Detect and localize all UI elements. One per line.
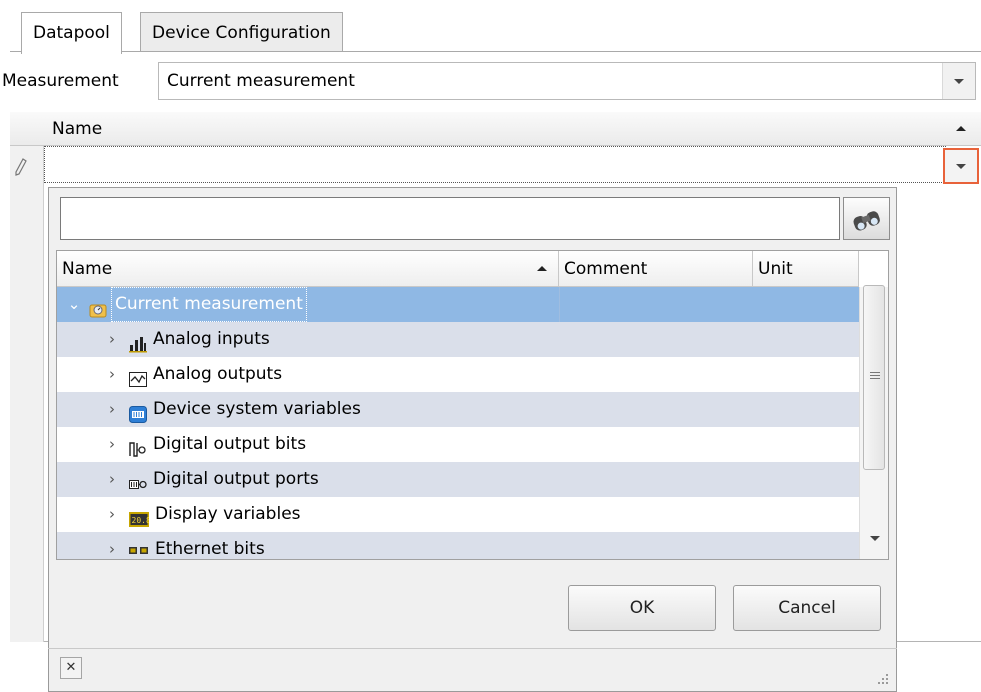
expand-chevron-icon[interactable]: › bbox=[105, 357, 119, 392]
popup-footer-divider bbox=[48, 648, 897, 649]
cancel-button[interactable]: Cancel bbox=[733, 585, 881, 631]
grip-dot bbox=[886, 682, 888, 684]
grid-edit-dropdown-button[interactable] bbox=[943, 148, 979, 184]
tree-row-label: Digital output ports bbox=[153, 469, 319, 489]
expand-chevron-icon[interactable]: › bbox=[105, 392, 119, 427]
thumb-grip bbox=[870, 378, 880, 379]
grid-column-name[interactable]: Name bbox=[52, 112, 102, 146]
tree-row-label: Digital output bits bbox=[153, 434, 307, 454]
chevron-down-icon bbox=[954, 79, 964, 84]
measurement-dropdown-button[interactable] bbox=[942, 63, 975, 99]
bar-chart-icon bbox=[129, 331, 147, 353]
tab-device-configuration[interactable]: Device Configuration bbox=[140, 12, 343, 52]
thumb-grip bbox=[870, 375, 880, 376]
tree-row-current-measurement[interactable]: ⌄ Current measurement bbox=[57, 287, 859, 322]
tree-row-label: Ethernet bits bbox=[155, 539, 265, 559]
system-variables-icon bbox=[129, 401, 147, 423]
pulse-output-icon bbox=[129, 436, 147, 457]
grid-edit-cell[interactable] bbox=[44, 146, 946, 183]
expand-chevron-icon[interactable]: › bbox=[105, 322, 119, 357]
list-header-unit[interactable]: Unit bbox=[753, 251, 859, 287]
waveform-icon bbox=[129, 366, 147, 387]
datapool-tree-list: Name Comment Unit ⌄ Current measurement … bbox=[56, 250, 889, 560]
tree-row-ethernet-bits[interactable]: › Ethernet bits bbox=[57, 532, 859, 559]
tree-row-analog-outputs[interactable]: › Analog outputs bbox=[57, 357, 859, 392]
list-header-comment[interactable]: Comment bbox=[559, 251, 753, 287]
measurement-value: Current measurement bbox=[167, 71, 355, 91]
tree-row-label: Analog outputs bbox=[153, 364, 283, 384]
ethernet-icon bbox=[129, 541, 148, 558]
expand-chevron-icon[interactable]: › bbox=[105, 427, 119, 462]
tree-row-device-system-variables[interactable]: › Device system variables bbox=[57, 392, 859, 427]
grip-dot bbox=[886, 678, 888, 680]
tab-datapool[interactable]: Datapool bbox=[21, 12, 122, 54]
tree-row-label: Device system variables bbox=[153, 399, 361, 419]
expand-chevron-icon[interactable]: › bbox=[105, 532, 119, 559]
collapse-chevron-icon[interactable]: ⌄ bbox=[67, 287, 81, 322]
thumb-grip bbox=[870, 372, 880, 373]
grip-dot bbox=[886, 674, 888, 676]
close-icon[interactable]: ✕ bbox=[60, 657, 82, 679]
cell-separator bbox=[559, 287, 560, 322]
resize-grip-icon[interactable] bbox=[872, 672, 890, 688]
ok-button[interactable]: OK bbox=[568, 585, 716, 631]
grip-dot bbox=[882, 682, 884, 684]
edit-pencil-icon bbox=[14, 158, 28, 176]
tree-row-display-variables[interactable]: › 20.8 Display variables bbox=[57, 497, 859, 532]
measurement-select[interactable]: Current measurement bbox=[158, 62, 976, 100]
row-header-column bbox=[10, 146, 44, 642]
svg-text:20.8: 20.8 bbox=[132, 516, 150, 525]
grip-dot bbox=[878, 682, 880, 684]
tree-row-digital-output-ports[interactable]: › Digital output ports bbox=[57, 462, 859, 497]
port-output-icon bbox=[129, 471, 147, 489]
tree-row-analog-inputs[interactable]: › Analog inputs bbox=[57, 322, 859, 357]
sort-ascending-icon bbox=[537, 266, 547, 271]
grid-header bbox=[10, 112, 981, 146]
tree-row-label: Analog inputs bbox=[153, 329, 270, 349]
tree-row-label: Current measurement bbox=[111, 287, 307, 322]
scrollbar-thumb[interactable] bbox=[863, 285, 885, 470]
search-button[interactable] bbox=[843, 197, 890, 240]
grip-dot bbox=[882, 678, 884, 680]
list-header-name-label: Name bbox=[62, 259, 113, 279]
display-digits-icon: 20.8 bbox=[129, 506, 151, 527]
measurement-folder-icon bbox=[89, 296, 107, 318]
binoculars-icon bbox=[853, 211, 880, 231]
search-input[interactable] bbox=[60, 197, 840, 240]
expand-chevron-icon[interactable]: › bbox=[105, 462, 119, 497]
chevron-down-icon bbox=[956, 164, 966, 169]
tree-row-label: Display variables bbox=[155, 504, 301, 524]
scroll-down-icon[interactable] bbox=[869, 536, 880, 541]
list-header-name[interactable]: Name bbox=[57, 251, 559, 287]
tree-row-digital-output-bits[interactable]: › Digital output bits bbox=[57, 427, 859, 462]
expand-chevron-icon[interactable]: › bbox=[105, 497, 119, 532]
sort-ascending-icon[interactable] bbox=[956, 126, 966, 131]
measurement-label: Measurement bbox=[2, 71, 119, 91]
tab-strip-divider bbox=[10, 51, 981, 52]
